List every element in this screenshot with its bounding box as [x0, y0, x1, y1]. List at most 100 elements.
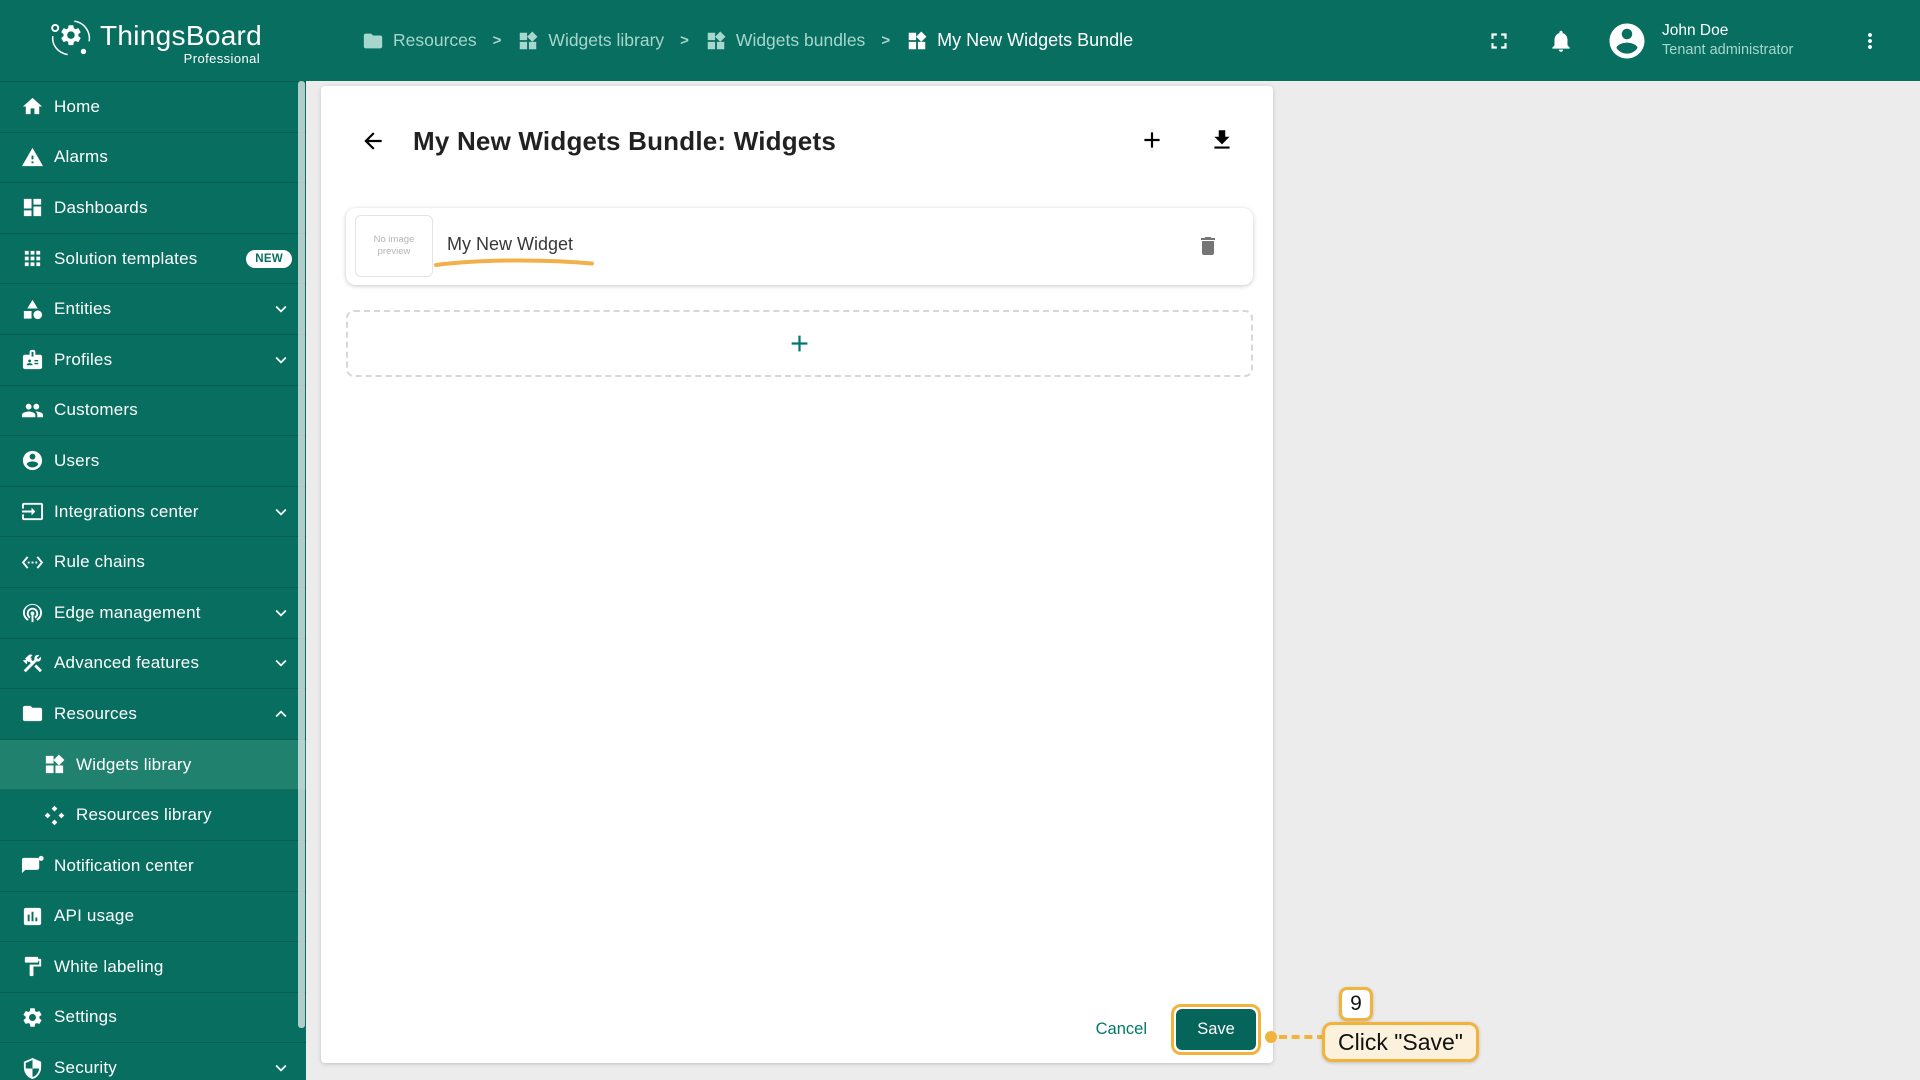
- chevron-down-icon: [270, 349, 292, 371]
- sidebar-item-label: Integrations center: [54, 501, 199, 521]
- sidebar-item-label: Rule chains: [54, 552, 146, 572]
- gear-icon: [21, 1006, 44, 1029]
- widget-list-item[interactable]: No image preview My New Widget: [346, 208, 1253, 285]
- chevron-down-icon: [270, 602, 292, 624]
- sidebar-item-profiles[interactable]: Profiles: [0, 335, 306, 386]
- sidebar-item-integrations-center[interactable]: Integrations center: [0, 487, 306, 538]
- sidebar: ThingsBoard Professional Home Alarms Das…: [0, 0, 306, 1080]
- home-icon: [21, 95, 44, 118]
- widgets-icon: [43, 753, 66, 776]
- add-widget-icon[interactable]: [1139, 127, 1165, 153]
- sidebar-scrollbar[interactable]: [298, 81, 305, 1028]
- save-button[interactable]: Save: [1176, 1009, 1256, 1050]
- sidebar-item-label: Solution templates: [54, 248, 198, 268]
- sidebar-item-users[interactable]: Users: [0, 436, 306, 487]
- chevron-down-icon: [270, 501, 292, 523]
- paint-roller-icon: [21, 955, 44, 978]
- sidebar-item-advanced-features[interactable]: Advanced features: [0, 639, 306, 690]
- more-vertical-icon[interactable]: [1858, 29, 1882, 53]
- account-circle-icon: [21, 449, 44, 472]
- sidebar-item-edge-management[interactable]: Edge management: [0, 588, 306, 639]
- content-area: My New Widgets Bundle: Widgets No image …: [306, 81, 1920, 1080]
- export-download-icon[interactable]: [1209, 127, 1235, 153]
- plus-icon: [786, 330, 813, 357]
- breadcrumb-separator: >: [881, 32, 891, 49]
- widgets-icon: [906, 30, 928, 52]
- sidebar-item-rule-chains[interactable]: Rule chains: [0, 537, 306, 588]
- new-badge: NEW: [246, 249, 292, 268]
- widget-preview-placeholder: No image preview: [355, 215, 433, 277]
- chevron-down-icon: [270, 298, 292, 320]
- back-arrow-icon[interactable]: [360, 128, 386, 154]
- chevron-up-icon: [270, 703, 292, 725]
- app-logo[interactable]: ThingsBoard Professional: [0, 0, 306, 81]
- shield-icon: [21, 1057, 44, 1080]
- annotation-connector-dot: [1265, 1031, 1277, 1043]
- bar-chart-icon: [21, 905, 44, 928]
- no-image-preview-text: No image preview: [373, 233, 415, 257]
- annotation-underline: [434, 258, 594, 267]
- chat-bubble-dot-icon: [21, 854, 44, 877]
- input-arrow-icon: [21, 500, 44, 523]
- breadcrumb-item-current: My New Widgets Bundle: [906, 30, 1133, 52]
- chevron-down-icon: [270, 652, 292, 674]
- sidebar-item-label: Users: [54, 450, 100, 470]
- delete-widget-icon[interactable]: [1196, 234, 1220, 258]
- sidebar-item-home[interactable]: Home: [0, 82, 306, 133]
- apps-grid-icon: [21, 247, 44, 270]
- dashboard-icon: [21, 196, 44, 219]
- sidebar-item-api-usage[interactable]: API usage: [0, 892, 306, 943]
- annotation-highlight-ring: Save: [1171, 1004, 1261, 1055]
- sidebar-item-white-labeling[interactable]: White labeling: [0, 942, 306, 993]
- breadcrumb-item-widgets-bundles[interactable]: Widgets bundles: [705, 30, 865, 52]
- page-title: My New Widgets Bundle: Widgets: [413, 126, 836, 156]
- widgets-icon: [517, 30, 539, 52]
- add-widget-dropzone[interactable]: [346, 310, 1253, 377]
- app-name: ThingsBoard: [100, 20, 263, 51]
- thingsboard-logo-icon: [51, 20, 91, 56]
- sidebar-item-label: Settings: [54, 1007, 118, 1027]
- annotation-connector-line: [1279, 1035, 1325, 1039]
- app-edition: Professional: [183, 51, 260, 66]
- shapes-icon: [21, 298, 44, 321]
- breadcrumb-item-resources[interactable]: Resources: [362, 30, 477, 52]
- app-window: ThingsBoard Professional Home Alarms Das…: [0, 0, 1920, 1080]
- sidebar-item-dashboards[interactable]: Dashboards: [0, 183, 306, 234]
- sidebar-item-settings[interactable]: Settings: [0, 993, 306, 1044]
- breadcrumb-separator: >: [680, 32, 689, 49]
- annotation-step-number: 9: [1339, 987, 1373, 1021]
- breadcrumb-label: My New Widgets Bundle: [937, 30, 1134, 50]
- widgets-icon: [705, 30, 727, 52]
- angle-brackets-icon: [21, 551, 44, 574]
- sidebar-item-customers[interactable]: Customers: [0, 386, 306, 437]
- breadcrumb-item-widgets-library[interactable]: Widgets library: [517, 30, 664, 52]
- sidebar-item-label: White labeling: [54, 956, 164, 976]
- sidebar-item-security[interactable]: Security: [0, 1043, 306, 1080]
- sidebar-item-entities[interactable]: Entities: [0, 284, 306, 335]
- sidebar-item-label: Dashboards: [54, 197, 148, 217]
- sidebar-item-alarms[interactable]: Alarms: [0, 133, 306, 184]
- top-header: Resources > Widgets library > Widgets bu…: [306, 0, 1920, 81]
- widget-name: My New Widget: [447, 234, 574, 254]
- breadcrumb: Resources > Widgets library > Widgets bu…: [362, 30, 1133, 52]
- sidebar-menu: Home Alarms Dashboards Solution template…: [0, 81, 306, 1080]
- widgets-bundle-card: My New Widgets Bundle: Widgets No image …: [321, 86, 1273, 1063]
- sidebar-item-notification-center[interactable]: Notification center: [0, 841, 306, 892]
- sidebar-item-widgets-library[interactable]: Widgets library: [0, 739, 306, 791]
- people-icon: [21, 399, 44, 422]
- sidebar-item-resources[interactable]: Resources: [0, 689, 306, 740]
- notifications-bell-icon[interactable]: [1548, 28, 1574, 54]
- sidebar-item-label: Advanced features: [54, 653, 200, 673]
- cancel-button[interactable]: Cancel: [1096, 1020, 1147, 1039]
- breadcrumb-label: Widgets bundles: [735, 30, 866, 50]
- sidebar-item-label: Notification center: [54, 855, 194, 875]
- diamonds-icon: [43, 804, 66, 827]
- breadcrumb-separator: >: [492, 32, 502, 49]
- fullscreen-icon[interactable]: [1486, 28, 1512, 54]
- breadcrumb-label: Resources: [393, 30, 477, 50]
- warning-icon: [21, 146, 44, 169]
- user-menu[interactable]: John Doe Tenant administrator: [1662, 21, 1820, 60]
- sidebar-item-resources-library[interactable]: Resources library: [0, 790, 306, 841]
- user-avatar[interactable]: [1606, 20, 1648, 62]
- sidebar-item-solution-templates[interactable]: Solution templates NEW: [0, 234, 306, 285]
